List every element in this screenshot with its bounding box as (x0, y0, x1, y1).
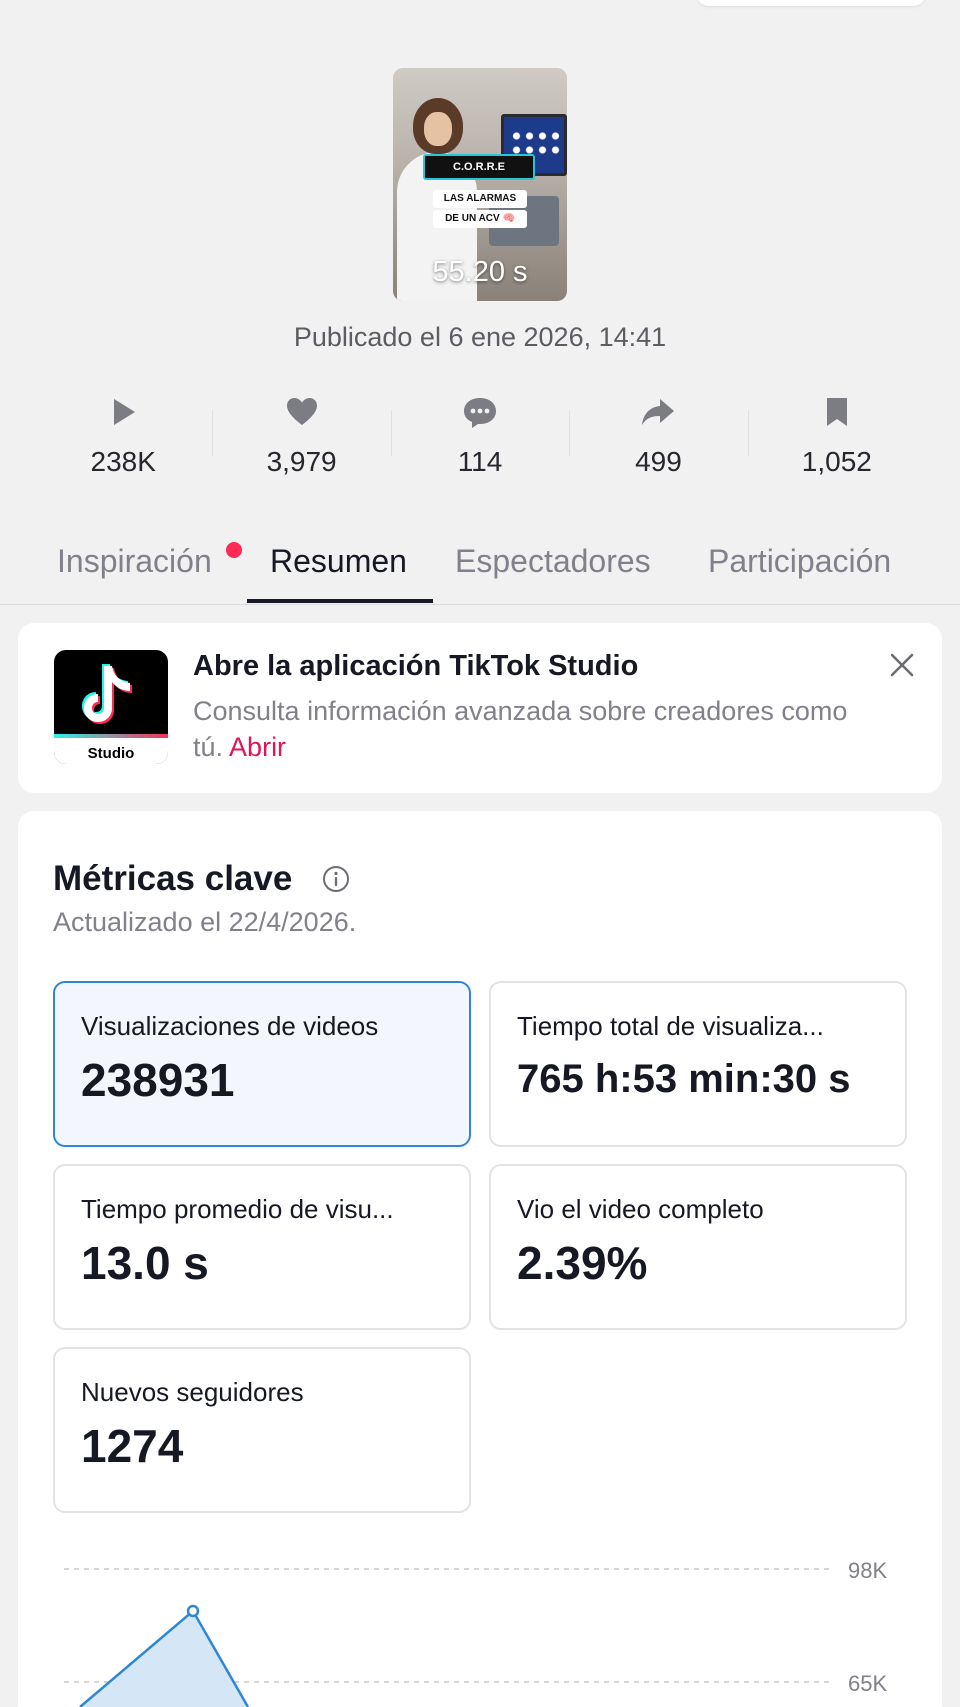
tab-bar: Inspiración Resumen Espectadores Partici… (0, 535, 960, 605)
thumb-caption-3: DE UN ACV 🧠 (433, 210, 527, 228)
heart-icon (286, 398, 317, 425)
close-icon[interactable] (886, 649, 918, 681)
metric-card-avg-watch-time[interactable]: Tiempo promedio de visu... 13.0 s (53, 1164, 471, 1330)
chart-point[interactable] (186, 1604, 200, 1618)
metric-card-new-followers[interactable]: Nuevos seguidores 1274 (53, 1347, 471, 1513)
notification-dot (226, 542, 242, 558)
metrics-updated: Actualizado el 22/4/2026. (53, 907, 357, 937)
stat-value: 238K (90, 446, 156, 477)
info-icon[interactable] (322, 865, 350, 893)
comment-icon (464, 398, 497, 428)
top-pill (696, 0, 926, 6)
tab-participacion[interactable]: Participación (708, 543, 891, 580)
banner-title: Abre la aplicación TikTok Studio (193, 650, 639, 682)
tab-inspiracion[interactable]: Inspiración (57, 543, 212, 580)
chart-area (80, 1611, 248, 1707)
metrics-title: Métricas clave (53, 859, 293, 898)
tab-espectadores[interactable]: Espectadores (455, 543, 651, 580)
thumb-caption-2: LAS ALARMAS (433, 190, 527, 208)
metric-label: Vio el video completo (517, 1194, 764, 1224)
stat-views: 238K (34, 390, 212, 490)
video-stats: 238K 3,979 114 499 1,052 (34, 390, 926, 490)
bookmark-icon (826, 398, 847, 426)
studio-banner: Studio Abre la aplicación TikTok Studio … (18, 623, 942, 793)
published-date: Publicado el 6 ene 2026, 14:41 (293, 322, 667, 352)
video-thumbnail[interactable]: C.O.R.R.E LAS ALARMAS DE UN ACV 🧠 55.20 … (393, 68, 567, 301)
stat-value: 499 (635, 446, 682, 477)
tiktok-studio-logo: Studio (54, 650, 168, 764)
stat-value: 1,052 (801, 446, 872, 477)
share-icon (642, 399, 675, 425)
metric-card-total-watch-time[interactable]: Tiempo total de visualiza... 765 h:53 mi… (489, 981, 907, 1147)
metric-label: Tiempo promedio de visu... (81, 1194, 394, 1224)
metric-label: Nuevos seguidores (81, 1377, 304, 1407)
metric-value: 1274 (81, 1420, 184, 1472)
stat-comments: 114 (390, 390, 569, 490)
metric-label: Visualizaciones de videos (81, 1011, 379, 1041)
banner-description-text: Consulta información avanzada sobre crea… (193, 696, 848, 762)
metric-card-completion-rate[interactable]: Vio el video completo 2.39% (489, 1164, 907, 1330)
play-icon (114, 399, 136, 425)
stat-shares: 499 (569, 390, 747, 490)
metric-value: 2.39% (517, 1237, 648, 1289)
y-tick-98k: 98K (848, 1558, 887, 1583)
metric-value: 765 h:53 min:30 s (517, 1057, 851, 1101)
logo-studio-text: Studio (87, 745, 135, 762)
y-tick-65k: 65K (848, 1671, 887, 1696)
banner-description: Consulta información avanzada sobre crea… (193, 693, 853, 765)
tab-resumen[interactable]: Resumen (270, 543, 407, 580)
metric-value: 13.0 s (81, 1237, 209, 1289)
thumb-caption-1: C.O.R.R.E (423, 154, 535, 180)
stat-saves: 1,052 (747, 390, 926, 490)
thumb-person-face (424, 112, 452, 146)
metric-value: 238931 (81, 1054, 235, 1106)
active-tab-indicator (247, 599, 433, 603)
video-duration: 55.20 s (432, 256, 528, 288)
metric-label: Tiempo total de visualiza... (517, 1011, 824, 1041)
stat-value: 3,979 (266, 446, 337, 477)
open-link[interactable]: Abrir (229, 732, 286, 762)
metric-card-views[interactable]: Visualizaciones de videos 238931 (53, 981, 471, 1147)
stat-likes: 3,979 (212, 390, 390, 490)
stat-value: 114 (457, 446, 503, 477)
views-chart: 98K 65K (64, 1558, 887, 1707)
